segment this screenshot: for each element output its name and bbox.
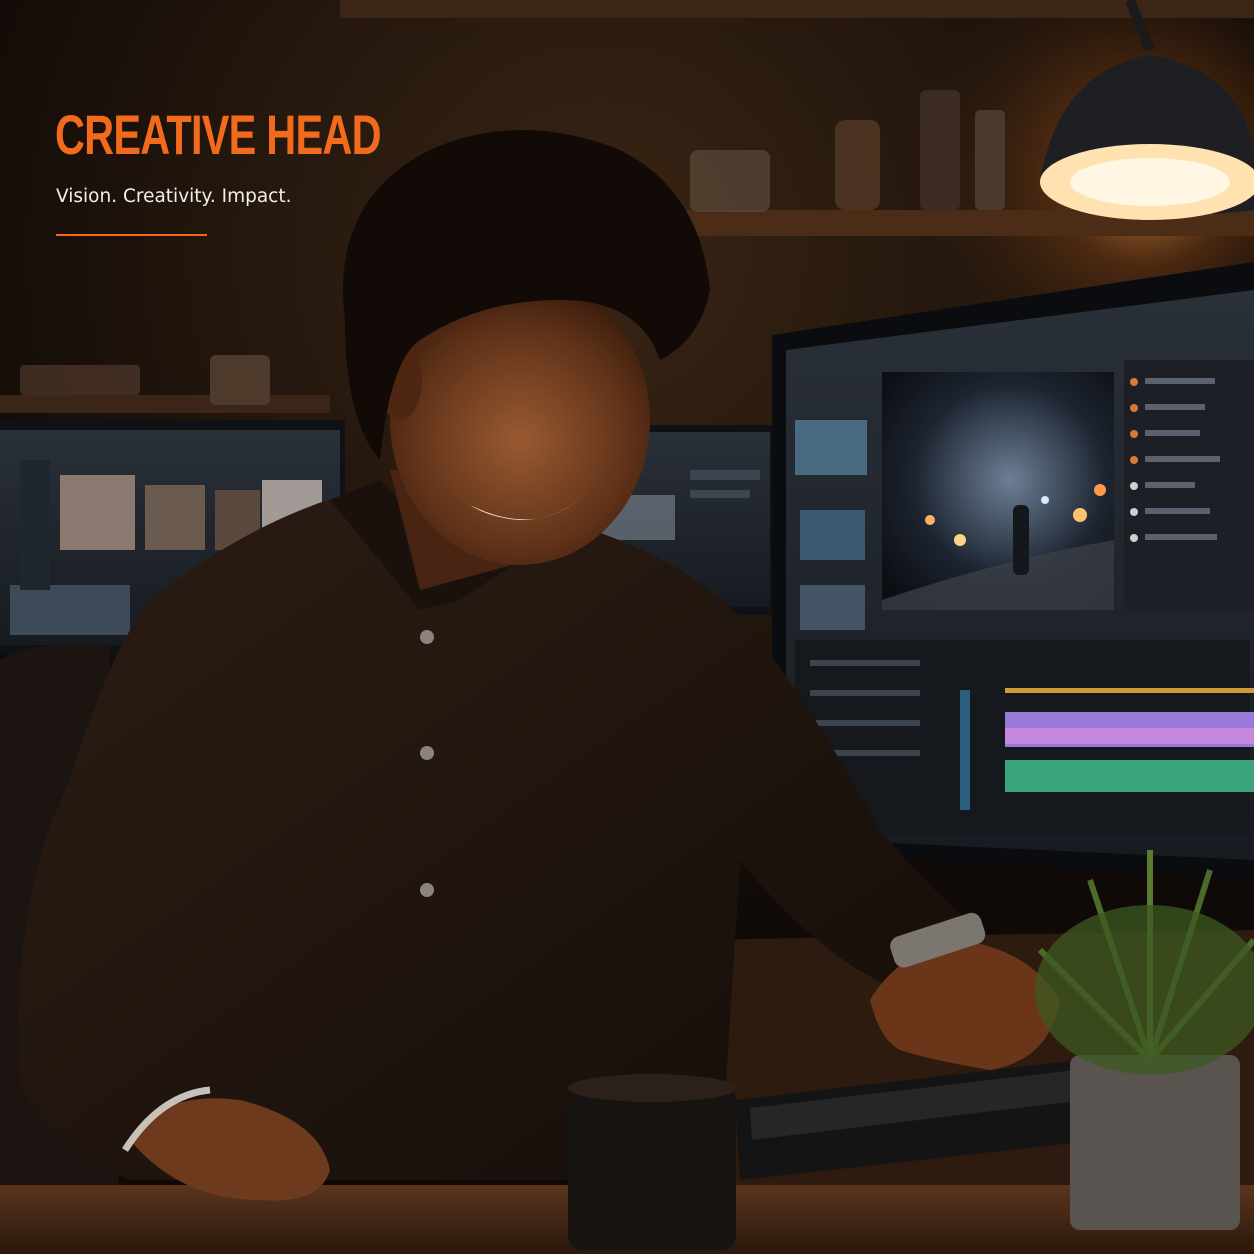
headline: CREATIVE HEAD [55, 103, 382, 166]
accent-divider [56, 234, 207, 236]
tagline: Vision. Creativity. Impact. [56, 186, 292, 207]
mug-icon [568, 1074, 736, 1250]
